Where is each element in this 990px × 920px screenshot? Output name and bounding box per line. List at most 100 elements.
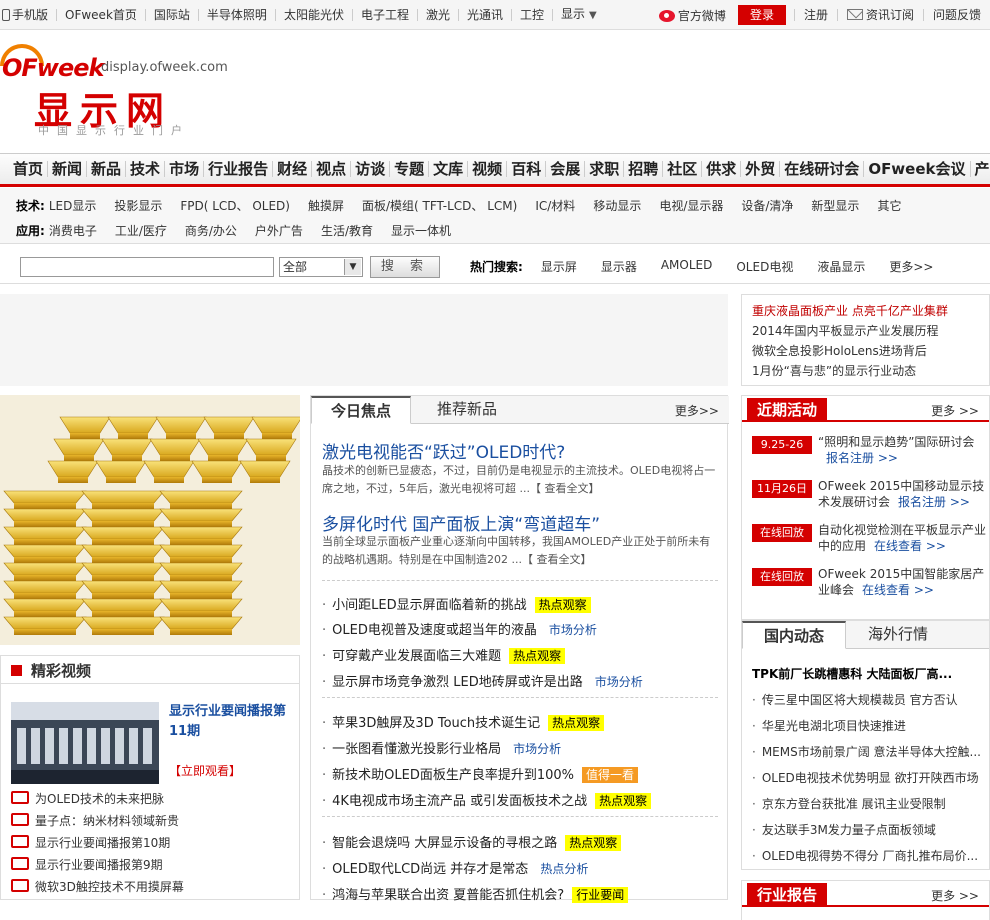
tech-link-0[interactable]: LED显示 xyxy=(49,197,97,214)
focus-list-title[interactable]: 智能会退烧吗 大屏显示设备的寻根之路 xyxy=(332,836,557,851)
search-category-select[interactable]: 全部 xyxy=(279,257,363,277)
event-action-link[interactable]: 在线查看 >> xyxy=(862,583,934,597)
nav-item-10[interactable]: 文库 xyxy=(429,161,468,177)
site-link-laser[interactable]: 激光 xyxy=(418,9,459,21)
nav-item-2[interactable]: 新品 xyxy=(87,161,126,177)
tech-link-5[interactable]: IC/材料 xyxy=(535,197,575,214)
nav-item-9[interactable]: 专题 xyxy=(390,161,429,177)
category-tag[interactable]: 热点观察 xyxy=(509,648,565,664)
focus-list-title[interactable]: 显示屏市场竞争激烈 LED地砖屏或许是出路 xyxy=(332,675,583,690)
news-list-item[interactable]: MEMS市场前景广阔 意法半导体大控触... xyxy=(752,743,982,760)
featured-link-3[interactable]: 1月份“喜与悲”的显示行业动态 xyxy=(752,361,989,381)
site-link-optical[interactable]: 光通讯 xyxy=(459,9,512,21)
focus-list-item[interactable]: 一张图看懂激光投影行业格局市场分析 xyxy=(322,738,565,757)
event-text[interactable]: OFweek 2015中国智能家居产业峰会在线查看 >> xyxy=(818,566,988,598)
nav-item-6[interactable]: 财经 xyxy=(273,161,312,177)
category-tag[interactable]: 热点分析 xyxy=(536,861,592,877)
focus-list-title[interactable]: OLED电视普及速度或超当年的液晶 xyxy=(332,623,537,638)
app-link-4[interactable]: 生活/教育 xyxy=(321,222,373,239)
nav-item-20[interactable]: OFweek会议 xyxy=(864,161,970,177)
news-list-item[interactable]: 京东方登台获批准 展讯主业受限制 xyxy=(752,795,982,812)
featured-link-1[interactable]: 2014年国内平板显示产业发展历程 xyxy=(752,321,989,341)
event-title[interactable]: “照明和显示趋势”国际研讨会 xyxy=(818,435,974,449)
focus-list-title[interactable]: 苹果3D触屏及3D Touch技术诞生记 xyxy=(332,716,540,731)
feature-image[interactable] xyxy=(0,395,300,645)
subscribe-link[interactable]: 资讯订阅 xyxy=(837,9,923,21)
video-thumbnail[interactable] xyxy=(11,702,159,784)
focus-list-item[interactable]: 可穿戴产业发展面临三大难题热点观察 xyxy=(322,645,565,664)
tech-link-8[interactable]: 设备/清净 xyxy=(741,197,793,214)
ad-banner[interactable] xyxy=(0,294,728,386)
tech-link-2[interactable]: FPD( LCD、 OLED) xyxy=(180,197,290,214)
focus-list-item[interactable]: 4K电视成市场主流产品 或引发面板技术之战热点观察 xyxy=(322,790,651,809)
nav-item-1[interactable]: 新闻 xyxy=(48,161,87,177)
event-text[interactable]: “照明和显示趋势”国际研讨会报名注册 >> xyxy=(818,434,988,466)
focus-list-item[interactable]: 苹果3D触屏及3D Touch技术诞生记热点观察 xyxy=(322,712,604,731)
search-button[interactable]: 搜 索 xyxy=(370,256,440,278)
site-link-mobile[interactable]: 手机版 xyxy=(0,9,57,21)
weibo-link[interactable]: 官方微博 xyxy=(659,7,726,24)
tab-recommended[interactable]: 推荐新品 xyxy=(425,396,509,424)
focus-headline-2[interactable]: 多屏化时代 国产面板上演“弯道超车” xyxy=(322,510,600,535)
category-tag[interactable]: 热点观察 xyxy=(548,715,604,731)
hot-search-item-1[interactable]: 显示器 xyxy=(601,258,637,275)
event-action-link[interactable]: 在线查看 >> xyxy=(874,539,946,553)
news-headline[interactable]: TPK前厂长跳槽惠科 大陆面板厂高... xyxy=(752,665,982,682)
watch-now-link[interactable]: 【立即观看】 xyxy=(169,762,241,779)
focus-headline-1[interactable]: 激光电视能否“跃过”OLED时代? xyxy=(322,438,565,463)
category-tag[interactable]: 市场分析 xyxy=(509,741,565,757)
nav-item-17[interactable]: 供求 xyxy=(702,161,741,177)
tab-domestic[interactable]: 国内动态 xyxy=(742,621,846,649)
news-list-item[interactable]: OLED电视得势不得分 厂商扎推布局价... xyxy=(752,847,982,864)
event-action-link[interactable]: 报名注册 >> xyxy=(826,451,898,465)
category-tag[interactable]: 值得一看 xyxy=(582,767,638,783)
site-link-intl[interactable]: 国际站 xyxy=(146,9,199,21)
focus-list-item[interactable]: 智能会退烧吗 大屏显示设备的寻根之路热点观察 xyxy=(322,832,621,851)
nav-item-5[interactable]: 行业报告 xyxy=(204,161,273,177)
app-link-0[interactable]: 消费电子 xyxy=(49,222,97,239)
video-list-item[interactable]: 显示行业要闻播报第10期 xyxy=(11,834,170,851)
focus-list-title[interactable]: 鸿海与苹果联合出资 夏普能否抓住机会? xyxy=(332,888,564,903)
news-list-item[interactable]: OLED电视技术优势明显 欲打开陕西市场 xyxy=(752,769,982,786)
news-list-item[interactable]: 华星光电湖北项目快速推进 xyxy=(752,717,982,734)
nav-item-18[interactable]: 外贸 xyxy=(741,161,780,177)
tech-link-7[interactable]: 电视/显示器 xyxy=(659,197,723,214)
tech-link-3[interactable]: 触摸屏 xyxy=(308,197,344,214)
focus-list-item[interactable]: 鸿海与苹果联合出资 夏普能否抓住机会?行业要闻 xyxy=(322,884,628,903)
focus-list-title[interactable]: 可穿戴产业发展面临三大难题 xyxy=(332,649,501,664)
search-input[interactable] xyxy=(20,257,274,277)
tab-today-focus[interactable]: 今日焦点 xyxy=(311,396,411,424)
tech-link-4[interactable]: 面板/模组( TFT-LCD、 LCM) xyxy=(362,197,517,214)
event-action-link[interactable]: 报名注册 >> xyxy=(898,495,970,509)
focus-list-title[interactable]: OLED取代LCD尚远 并存才是常态 xyxy=(332,862,528,877)
news-list-item[interactable]: 传三星中国区将大规模裁员 官方否认 xyxy=(752,691,982,708)
focus-list-item[interactable]: OLED取代LCD尚远 并存才是常态热点分析 xyxy=(322,858,592,877)
nav-item-8[interactable]: 访谈 xyxy=(351,161,390,177)
nav-item-11[interactable]: 视频 xyxy=(468,161,507,177)
app-link-2[interactable]: 商务/办公 xyxy=(185,222,237,239)
hot-search-more[interactable]: 更多>> xyxy=(889,258,933,275)
tech-link-1[interactable]: 投影显示 xyxy=(114,197,162,214)
nav-item-21[interactable]: 产品试用 xyxy=(971,161,990,177)
video-list-item[interactable]: 量子点：纳米材料领域新贵 xyxy=(11,812,179,829)
nav-item-16[interactable]: 社区 xyxy=(663,161,702,177)
category-tag[interactable]: 市场分析 xyxy=(591,674,647,690)
category-tag[interactable]: 市场分析 xyxy=(545,622,601,638)
app-link-1[interactable]: 工业/医疗 xyxy=(115,222,167,239)
focus-list-title[interactable]: 4K电视成市场主流产品 或引发面板技术之战 xyxy=(332,794,587,809)
video-list-item[interactable]: 微软3D触控技术不用摸屏幕 xyxy=(11,878,184,895)
focus-list-title[interactable]: 一张图看懂激光投影行业格局 xyxy=(332,742,501,757)
site-link-lighting[interactable]: 半导体照明 xyxy=(199,9,276,21)
nav-item-15[interactable]: 招聘 xyxy=(624,161,663,177)
featured-link-2[interactable]: 微软全息投影HoloLens进场背后 xyxy=(752,341,989,361)
featured-link-0[interactable]: 重庆液晶面板产业 点亮千亿产业集群 xyxy=(752,301,989,321)
category-tag[interactable]: 热点观察 xyxy=(535,597,591,613)
hot-search-item-4[interactable]: 液晶显示 xyxy=(817,258,865,275)
site-link-industrial[interactable]: 工控 xyxy=(512,9,553,21)
tech-link-10[interactable]: 其它 xyxy=(877,197,901,214)
event-text[interactable]: 自动化视觉检测在平板显示产业中的应用在线查看 >> xyxy=(818,522,988,554)
video-list-item[interactable]: 为OLED技术的未来把脉 xyxy=(11,790,164,807)
category-tag[interactable]: 热点观察 xyxy=(595,793,651,809)
login-button[interactable]: 登录 xyxy=(738,5,786,25)
nav-item-12[interactable]: 百科 xyxy=(507,161,546,177)
